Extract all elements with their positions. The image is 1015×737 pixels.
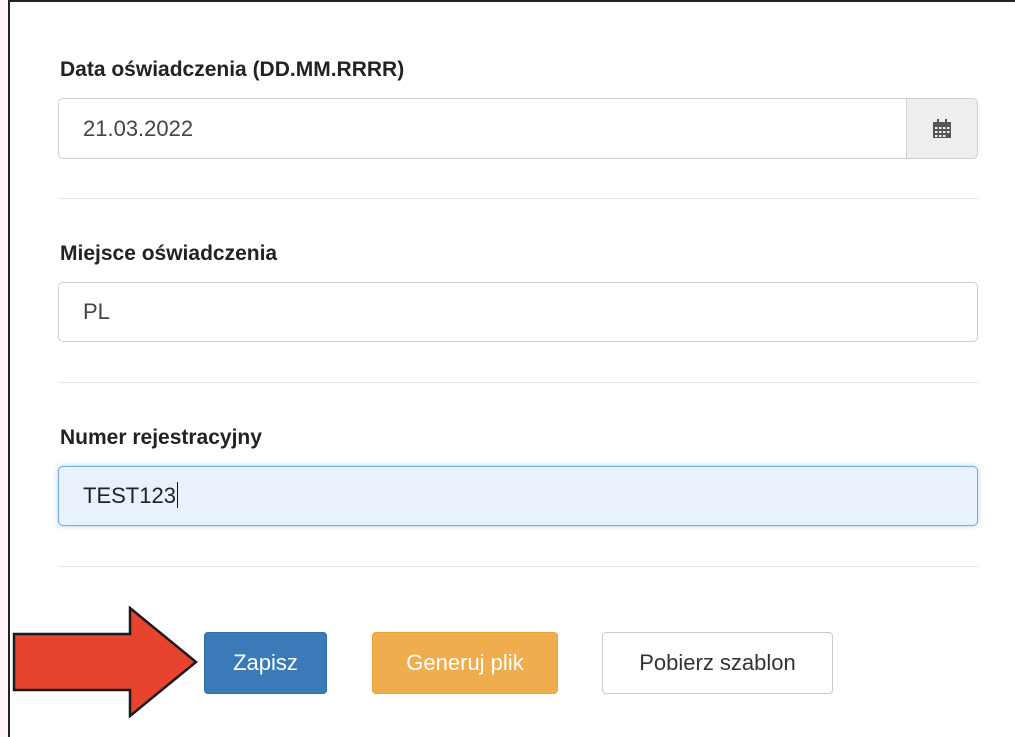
download-template-button[interactable]: Pobierz szablon	[602, 632, 833, 694]
calendar-icon	[933, 118, 951, 138]
date-input[interactable]: 21.03.2022	[58, 98, 906, 159]
divider	[58, 198, 978, 199]
calendar-button[interactable]	[906, 98, 978, 159]
generate-file-button[interactable]: Generuj plik	[372, 632, 558, 694]
divider	[58, 382, 978, 383]
screenshot-frame: Data oświadczenia (DD.MM.RRRR) 21.03.202…	[0, 0, 1015, 737]
place-input[interactable]: PL	[58, 282, 978, 342]
red-arrow-icon	[12, 606, 198, 718]
date-input-group: 21.03.2022	[58, 98, 978, 159]
registration-label: Numer rejestracyjny	[60, 426, 262, 449]
divider	[58, 566, 978, 567]
text-cursor	[176, 482, 178, 509]
save-button[interactable]: Zapisz	[204, 632, 327, 694]
registration-input[interactable]: TEST123	[58, 466, 978, 526]
registration-value: TEST123	[83, 483, 176, 508]
place-label: Miejsce oświadczenia	[60, 242, 278, 265]
date-label: Data oświadczenia (DD.MM.RRRR)	[60, 58, 405, 81]
